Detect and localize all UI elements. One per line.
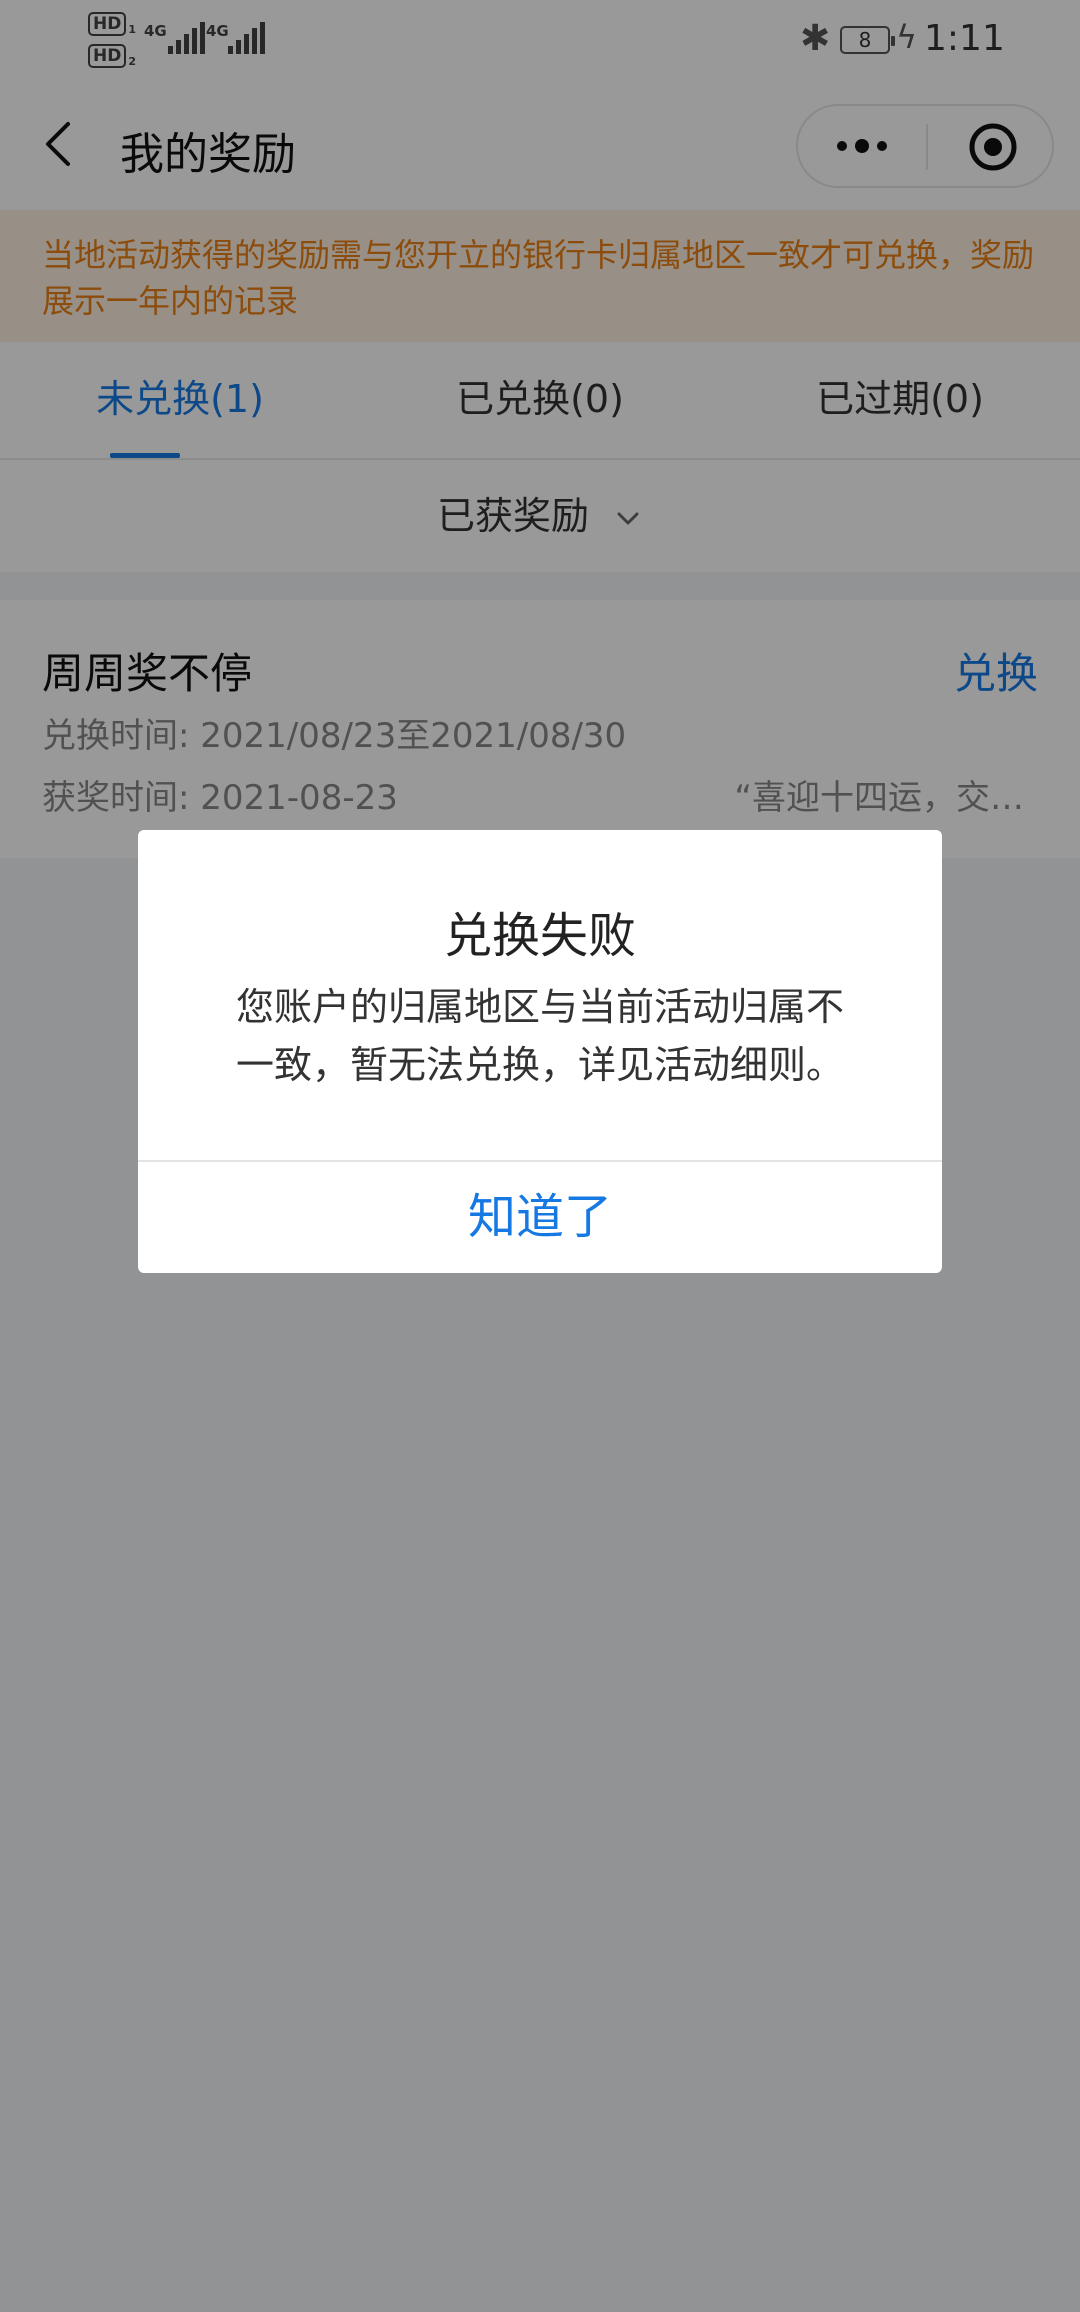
dialog-ok-button[interactable]: 知道了 [138,1162,942,1273]
dialog-message: 您账户的归属地区与当前活动归属不一致，暂无法兑换，详见活动细则。 [235,985,844,1087]
dialog-title: 兑换失败 [443,908,636,964]
redeem-failed-dialog: 兑换失败 您账户的归属地区与当前活动归属不一致，暂无法兑换，详见活动细则。 知道… [138,830,942,1273]
